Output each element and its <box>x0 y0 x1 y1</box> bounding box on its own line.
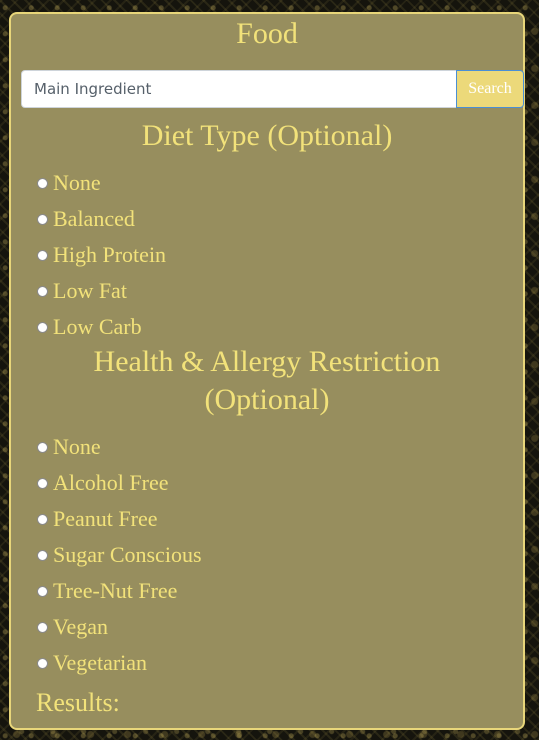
diet-option-low-carb[interactable]: Low Carb <box>37 309 166 345</box>
health-option-vegetarian[interactable]: Vegetarian <box>37 645 202 681</box>
radio-button[interactable] <box>37 441 48 453</box>
radio-button[interactable] <box>37 657 48 669</box>
radio-button[interactable] <box>37 321 48 333</box>
health-heading-line1: Health & Allergy Restriction <box>93 345 441 378</box>
health-option-vegan[interactable]: Vegan <box>37 609 202 645</box>
diet-type-heading: Diet Type (Optional) <box>141 119 393 152</box>
health-heading-line2: (Optional) <box>204 383 330 416</box>
diet-option-label: None <box>53 170 101 195</box>
health-option-label: Alcohol Free <box>53 470 169 495</box>
health-option-label: Vegetarian <box>53 650 148 675</box>
diet-type-options: None Balanced High Protein Low Fat Low C… <box>37 165 166 345</box>
diet-option-low-fat[interactable]: Low Fat <box>37 273 166 309</box>
page-title: Food <box>236 17 298 50</box>
main-ingredient-input[interactable] <box>21 70 456 108</box>
health-option-label: None <box>53 434 101 459</box>
radio-button[interactable] <box>37 549 48 561</box>
health-option-none[interactable]: None <box>37 429 202 465</box>
diet-option-none[interactable]: None <box>37 165 166 201</box>
health-option-sugar-conscious[interactable]: Sugar Conscious <box>37 537 202 573</box>
health-restriction-heading: Health & Allergy Restriction (Optional) <box>11 343 523 419</box>
radio-button[interactable] <box>37 621 48 633</box>
health-option-alcohol-free[interactable]: Alcohol Free <box>37 465 202 501</box>
diet-option-label: Low Fat <box>53 278 127 303</box>
radio-button[interactable] <box>37 513 48 525</box>
food-search-panel: Food Search Diet Type (Optional) None Ba… <box>9 12 525 730</box>
radio-button[interactable] <box>37 285 48 297</box>
diet-option-label: Low Carb <box>53 314 142 339</box>
radio-button[interactable] <box>37 213 48 225</box>
diet-option-label: Balanced <box>53 206 135 231</box>
diet-option-high-protein[interactable]: High Protein <box>37 237 166 273</box>
search-bar: Search <box>21 70 524 108</box>
radio-button[interactable] <box>37 249 48 261</box>
health-option-label: Sugar Conscious <box>53 542 202 567</box>
radio-button[interactable] <box>37 477 48 489</box>
health-option-label: Vegan <box>53 614 108 639</box>
radio-button[interactable] <box>37 585 48 597</box>
health-option-peanut-free[interactable]: Peanut Free <box>37 501 202 537</box>
search-button[interactable]: Search <box>456 70 524 108</box>
diet-option-balanced[interactable]: Balanced <box>37 201 166 237</box>
health-option-tree-nut-free[interactable]: Tree-Nut Free <box>37 573 202 609</box>
radio-button[interactable] <box>37 177 48 189</box>
results-label: Results: <box>36 688 120 717</box>
diet-option-label: High Protein <box>53 242 167 267</box>
health-option-label: Peanut Free <box>53 506 158 531</box>
health-restriction-options: None Alcohol Free Peanut Free Sugar Cons… <box>37 429 202 681</box>
health-option-label: Tree-Nut Free <box>53 578 178 603</box>
